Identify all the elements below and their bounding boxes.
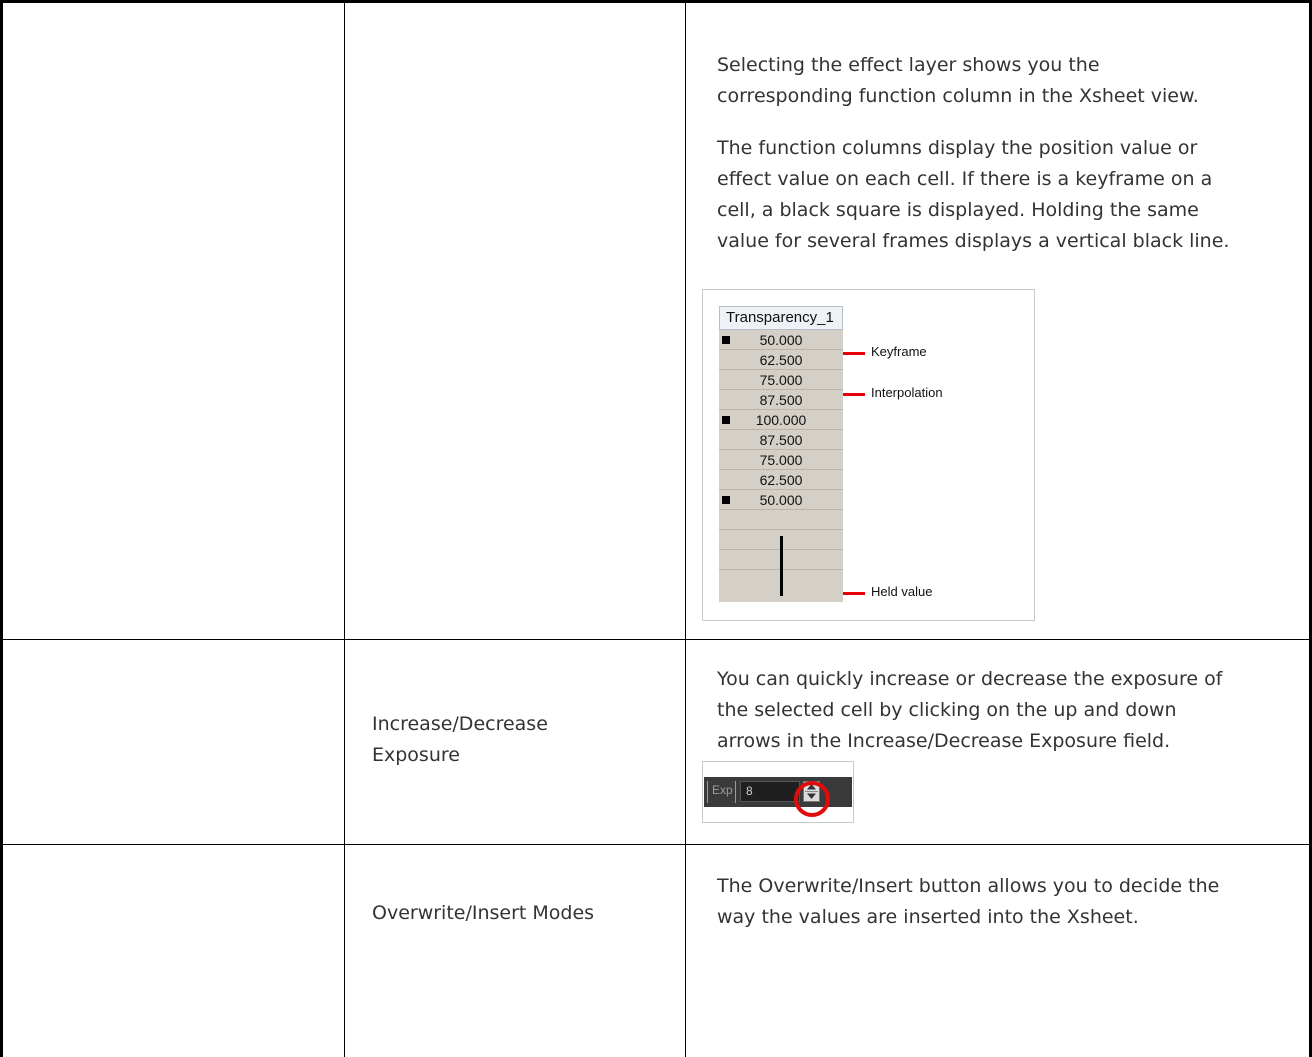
exposure-label: Exp — [712, 783, 733, 797]
xsheet-cell: 75.000 — [719, 450, 843, 470]
paragraph: The function columns display the positio… — [717, 133, 1229, 257]
separator — [707, 781, 708, 803]
cell-value: 100.000 — [755, 412, 807, 428]
row-2-label: Increase/Decrease Exposure — [372, 709, 548, 771]
cell-value: 62.500 — [759, 472, 803, 488]
text-line: effect value on each cell. If there is a… — [717, 168, 1213, 190]
feature-table: Selecting the effect layer shows you the… — [0, 0, 1312, 1057]
text-line: value for several frames displays a vert… — [717, 230, 1230, 252]
xsheet-cell: 50.000 — [719, 330, 843, 350]
cell-value: 75.000 — [759, 452, 803, 468]
held-value-line — [780, 536, 783, 596]
text-line: cell, a black square is displayed. Holdi… — [717, 199, 1199, 221]
text-line: way the values are inserted into the Xsh… — [717, 906, 1139, 928]
text-line: Exposure — [372, 744, 460, 766]
column-header: Transparency_1 — [719, 306, 843, 330]
separator — [735, 781, 736, 803]
row-3-label: Overwrite/Insert Modes — [372, 902, 595, 924]
xsheet-function-column-figure: Transparency_1 50.000 62.500 75.000 87.500 1… — [702, 289, 1035, 621]
keyframe-square-icon — [722, 416, 730, 424]
cell-value: 62.500 — [759, 352, 803, 368]
exposure-field-figure: Exp 8 — [702, 761, 854, 823]
text-line: arrows in the Increase/Decrease Exposure… — [717, 730, 1171, 752]
held-value-callout-line — [843, 592, 865, 595]
xsheet-cell: 87.500 — [719, 390, 843, 410]
text-line: You can quickly increase or decrease the… — [717, 668, 1223, 690]
text-line: corresponding function column in the Xsh… — [717, 85, 1199, 107]
interpolation-callout-line — [843, 393, 865, 396]
keyframe-square-icon — [722, 336, 730, 344]
xsheet-cell — [719, 510, 843, 530]
row-divider-2 — [3, 844, 1309, 845]
xsheet-cell: 75.000 — [719, 370, 843, 390]
xsheet-cell: 50.000 — [719, 490, 843, 510]
xsheet-cell: 62.500 — [719, 350, 843, 370]
held-value-callout-label: Held value — [871, 584, 933, 599]
text-line: Selecting the effect layer shows you the — [717, 54, 1100, 76]
cell-value: 87.500 — [759, 392, 803, 408]
text-line: Increase/Decrease — [372, 713, 548, 735]
cell-value: 50.000 — [759, 492, 803, 508]
xsheet-cell: 100.000 — [719, 410, 843, 430]
exposure-field[interactable]: 8 — [740, 781, 800, 802]
keyframe-callout-line — [843, 352, 865, 355]
text-line: The function columns display the positio… — [717, 137, 1198, 159]
exposure-toolbar: Exp 8 — [704, 777, 852, 817]
function-column: 50.000 62.500 75.000 87.500 100.000 87.500 75.… — [719, 330, 843, 602]
highlight-circle — [794, 781, 830, 817]
text-line: The Overwrite/Insert button allows you t… — [717, 875, 1220, 897]
row-divider-1 — [3, 639, 1309, 640]
column-divider-2 — [685, 3, 686, 1057]
column-divider-1 — [344, 3, 345, 1057]
text-line: the selected cell by clicking on the up … — [717, 699, 1177, 721]
interpolation-callout-label: Interpolation — [871, 385, 943, 400]
cell-value: 50.000 — [759, 332, 803, 348]
xsheet-cell: 62.500 — [719, 470, 843, 490]
keyframe-callout-label: Keyframe — [871, 344, 927, 359]
xsheet-cell: 87.500 — [719, 430, 843, 450]
paragraph: Selecting the effect layer shows you the… — [717, 50, 1199, 112]
row-3-description: The Overwrite/Insert button allows you t… — [717, 871, 1219, 933]
row-2-description: You can quickly increase or decrease the… — [717, 664, 1222, 757]
keyframe-square-icon — [722, 496, 730, 504]
cell-value: 75.000 — [759, 372, 803, 388]
cell-value: 87.500 — [759, 432, 803, 448]
